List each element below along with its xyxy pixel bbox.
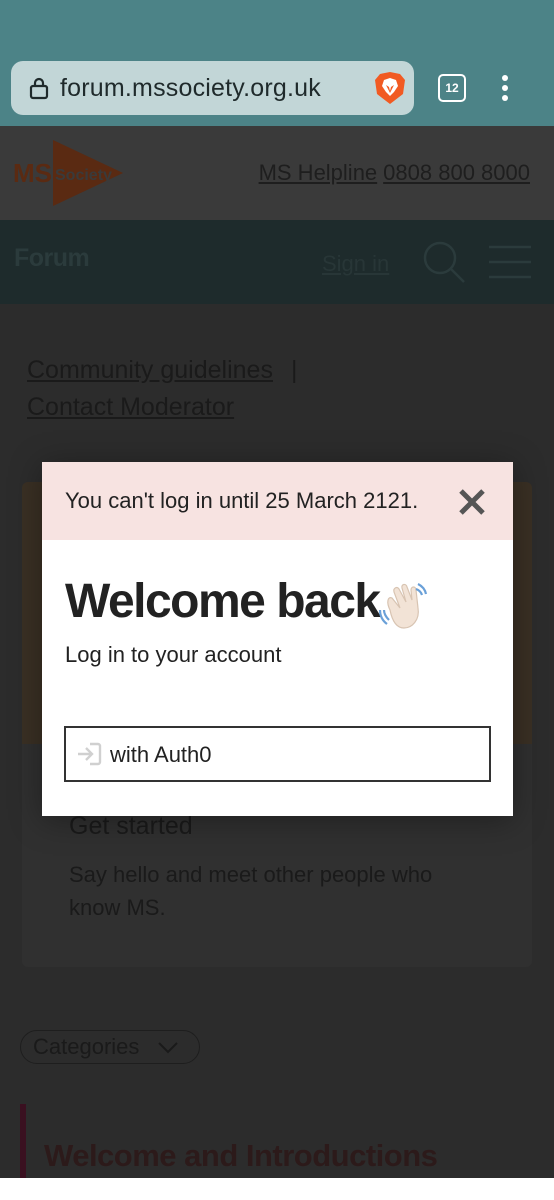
forum-links: Community guidelines | Contact Moderator <box>27 352 297 426</box>
community-guidelines-link[interactable]: Community guidelines <box>27 356 273 384</box>
alert-message: You can't log in until 25 March 2121. <box>65 488 419 513</box>
tab-switcher-button[interactable]: 12 <box>438 74 466 102</box>
url-text[interactable]: forum.mssociety.org.uk <box>60 74 321 103</box>
sign-in-link[interactable]: Sign in <box>322 251 389 277</box>
tab-count: 12 <box>445 81 459 95</box>
lock-icon <box>29 77 49 100</box>
card-title: Get started <box>69 812 193 840</box>
category-title[interactable]: Welcome and Introductions <box>44 1138 438 1174</box>
bottom-edge <box>0 1178 554 1200</box>
categories-dropdown[interactable]: Categories <box>20 1030 200 1064</box>
helpline-link[interactable]: MS Helpline 0808 800 8000 <box>259 160 530 186</box>
brave-shield-icon[interactable] <box>373 70 407 106</box>
categories-label: Categories <box>33 1034 140 1059</box>
auth0-button-label: with Auth0 <box>110 742 212 767</box>
address-bar[interactable]: forum.mssociety.org.uk <box>11 61 414 115</box>
more-options-icon[interactable] <box>497 74 513 102</box>
sign-in-icon <box>78 742 102 766</box>
chevron-down-icon <box>158 1042 178 1054</box>
site-header: MS Society MS Helpline 0808 800 8000 <box>0 126 554 220</box>
browser-toolbar: forum.mssociety.org.uk 12 <box>0 0 554 126</box>
login-modal: You can't log in until 25 March 2121. We… <box>42 462 513 816</box>
contact-moderator-link[interactable]: Contact Moderator <box>27 393 234 421</box>
modal-subtitle: Log in to your account <box>65 642 282 667</box>
modal-title: Welcome back <box>65 575 381 628</box>
ms-society-logo[interactable]: MS Society <box>13 140 125 206</box>
forum-title[interactable]: Forum <box>14 244 90 273</box>
link-separator: | <box>290 356 298 384</box>
auth0-login-button[interactable]: with Auth0 <box>64 726 491 782</box>
card-description: Say hello and meet other people who know… <box>69 862 433 920</box>
close-icon[interactable] <box>457 487 487 517</box>
svg-text:MS: MS <box>13 158 52 188</box>
forum-navbar: Forum Sign in <box>0 220 554 304</box>
hamburger-menu-icon[interactable] <box>489 245 531 279</box>
svg-text:Society: Society <box>55 167 112 184</box>
waving-hand-icon <box>378 583 428 629</box>
helpline-number: 0808 800 8000 <box>383 160 530 185</box>
search-icon[interactable] <box>422 240 466 284</box>
login-error-alert: You can't log in until 25 March 2121. <box>42 462 513 540</box>
helpline-label: MS Helpline <box>258 160 378 185</box>
